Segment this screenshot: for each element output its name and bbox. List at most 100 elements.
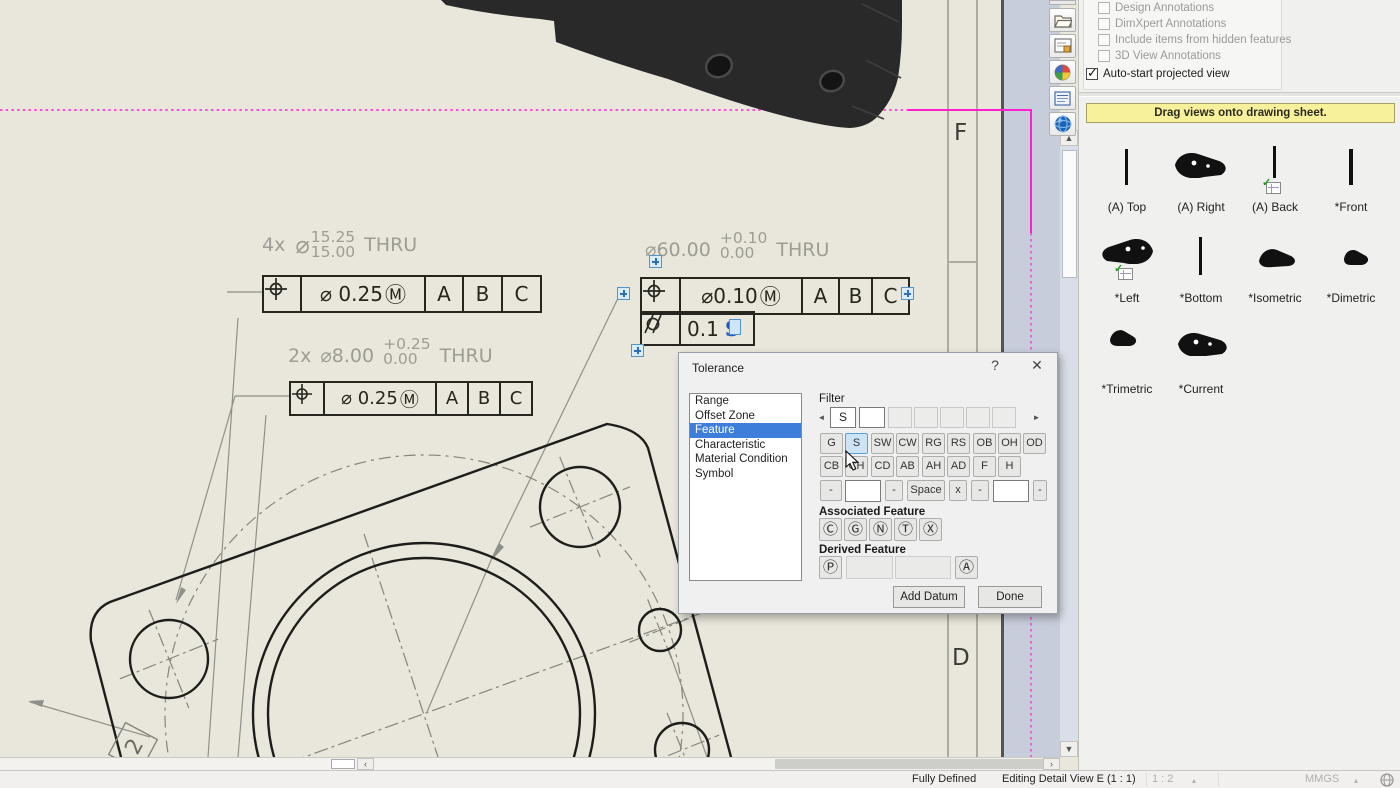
list-item-offset-zone[interactable]: Offset Zone [690,409,801,424]
feature-button-sw[interactable]: SW [871,433,894,454]
view-thumb-isometric[interactable] [1255,245,1299,274]
feature-button-h[interactable]: H [998,456,1021,477]
feature-button-f[interactable]: F [973,456,996,477]
view-thumb-dimetric[interactable] [1341,246,1371,273]
feature-button-ad[interactable]: AD [947,456,970,477]
feature-button-ab[interactable]: AB [896,456,919,477]
dialog-close-button[interactable]: ✕ [1024,357,1050,374]
filter-empty-cell[interactable] [859,407,885,428]
feature-control-frame-2[interactable]: ⌀ 0.25Ⓜ A B C [289,381,533,416]
view-thumb-left[interactable] [1098,236,1156,269]
annotation-handle[interactable] [631,344,644,357]
separator-input[interactable] [845,480,881,502]
feature-button-oh[interactable]: OH [998,433,1021,454]
feature-control-frame-3-selected[interactable]: ⌀0.10Ⓜ A B C [640,277,910,315]
vscroll-thumb[interactable] [1062,150,1077,278]
list-item-feature-selected[interactable]: Feature [690,423,801,438]
view-thumb-top[interactable] [1124,148,1130,191]
x-button[interactable]: x [949,480,967,501]
vertical-scrollbar[interactable]: ▲ ▼ [1060,130,1078,757]
appearances-tab[interactable] [1049,60,1076,84]
derived-circle-a-button[interactable]: Ⓐ [955,556,978,579]
dimension-60[interactable]: ⌀60.00 +0.10 0.00 THRU [645,231,829,261]
scroll-down-button[interactable]: ▼ [1060,741,1078,757]
checkbox-box[interactable] [1098,2,1110,14]
view-thumb-current[interactable] [1175,330,1231,361]
file-explorer-tab[interactable] [1049,8,1076,32]
view-label-right[interactable]: (A) Right [1161,200,1241,214]
forum-tab[interactable] [1049,112,1076,136]
dimension-2x-8[interactable]: 2x ⌀8.00 +0.25 0.00 THRU [288,337,493,367]
checkbox-auto-start-projected[interactable]: ✓ Auto-start projected view [1086,68,1230,80]
add-datum-button[interactable]: Add Datum [893,586,965,608]
list-item-range[interactable]: Range [690,394,801,409]
horizontal-scrollbar[interactable]: ‹ › [0,757,1060,770]
checkbox-include-hidden[interactable]: Include items from hidden features [1098,34,1291,46]
feature-control-frame-1[interactable]: ⌀ 0.25Ⓜ A B C [262,275,542,313]
checkbox-box[interactable] [1098,34,1110,46]
annotation-handle[interactable] [617,287,630,300]
tolerance-edit-cell[interactable]: 0.1 S [679,313,753,344]
checkbox-dimxpert-annotations[interactable]: DimXpert Annotations [1098,18,1226,30]
units-dropdown-icon[interactable]: ▴ [1354,776,1358,785]
dash-button[interactable]: - [885,480,903,501]
taskpane-tab-partial[interactable] [1049,0,1076,5]
annotation-handle[interactable] [901,287,914,300]
space-button[interactable]: Space [907,480,945,501]
dimension-4x-15[interactable]: 4x ⌀ 15.25 15.00 THRU [262,230,417,260]
checkbox-box-checked[interactable]: ✓ [1086,68,1098,80]
assoc-circle-x-button[interactable]: Ⓧ [919,518,942,541]
filter-scroll-right-icon[interactable]: ► [1031,409,1042,427]
custom-properties-tab[interactable] [1049,86,1076,110]
pane-splitter-handle[interactable] [331,759,355,769]
view-label-bottom[interactable]: *Bottom [1161,291,1241,305]
feature-button-cw[interactable]: CW [896,433,919,454]
view-thumb-trimetric[interactable] [1107,326,1139,355]
feature-button-cd[interactable]: CD [871,456,894,477]
feature-button-g[interactable]: G [820,433,843,454]
assoc-circle-g-button[interactable]: Ⓖ [844,518,867,541]
assoc-circle-t-button[interactable]: Ⓣ [894,518,917,541]
view-label-dimetric[interactable]: *Dimetric [1311,291,1391,305]
view-thumb-bottom[interactable] [1198,236,1204,281]
view-label-top[interactable]: (A) Top [1087,200,1167,214]
scale-dropdown-icon[interactable]: ▴ [1192,776,1196,785]
filter-scroll-left-icon[interactable]: ◄ [816,409,827,427]
list-item-symbol[interactable]: Symbol [690,467,801,482]
dash-button[interactable]: - [1033,480,1047,501]
view-label-back[interactable]: (A) Back [1235,200,1315,214]
feature-button-cb[interactable]: CB [820,456,843,477]
status-units-mmgs[interactable]: MMGS [1305,773,1339,785]
view-palette-tab[interactable] [1049,34,1076,58]
view-thumb-front[interactable] [1348,148,1355,191]
dash-button[interactable]: - [971,480,989,501]
feature-button-rs[interactable]: RS [947,433,970,454]
checkbox-box[interactable] [1098,50,1110,62]
checkbox-box[interactable] [1098,18,1110,30]
feature-button-ah[interactable]: AH [922,456,945,477]
scroll-right-button[interactable]: › [1043,758,1060,770]
scroll-left-button[interactable]: ‹ [357,758,374,770]
view-label-trimetric[interactable]: *Trimetric [1087,382,1167,396]
status-sheet-scale[interactable]: 1 : 2 [1152,773,1173,785]
dialog-help-button[interactable]: ? [982,357,1008,373]
view-thumb-back[interactable] [1272,145,1278,184]
hscroll-thumb[interactable] [775,759,1043,769]
list-item-characteristic[interactable]: Characteristic [690,438,801,453]
tolerance-category-list[interactable]: Range Offset Zone Feature Characteristic… [689,393,802,581]
feature-button-od[interactable]: OD [1023,433,1046,454]
dash-button[interactable]: - [820,480,842,501]
view-label-current[interactable]: *Current [1161,382,1241,396]
assoc-circle-n-button[interactable]: Ⓝ [869,518,892,541]
tolerance-dialog[interactable]: Tolerance ? ✕ Range Offset Zone Feature … [678,352,1058,614]
derived-circle-p-button[interactable]: Ⓟ [819,556,842,579]
checkbox-design-annotations[interactable]: Design Annotations [1098,2,1214,14]
filter-value-cell[interactable]: S [830,407,856,428]
assoc-circle-c-button[interactable]: Ⓒ [819,518,842,541]
annotation-handle[interactable] [649,255,662,268]
tags-globe-icon[interactable] [1380,773,1394,787]
view-label-isometric[interactable]: *Isometric [1235,291,1315,305]
done-button[interactable]: Done [978,586,1042,608]
view-label-left[interactable]: *Left [1087,291,1167,305]
list-item-material-condition[interactable]: Material Condition [690,452,801,467]
